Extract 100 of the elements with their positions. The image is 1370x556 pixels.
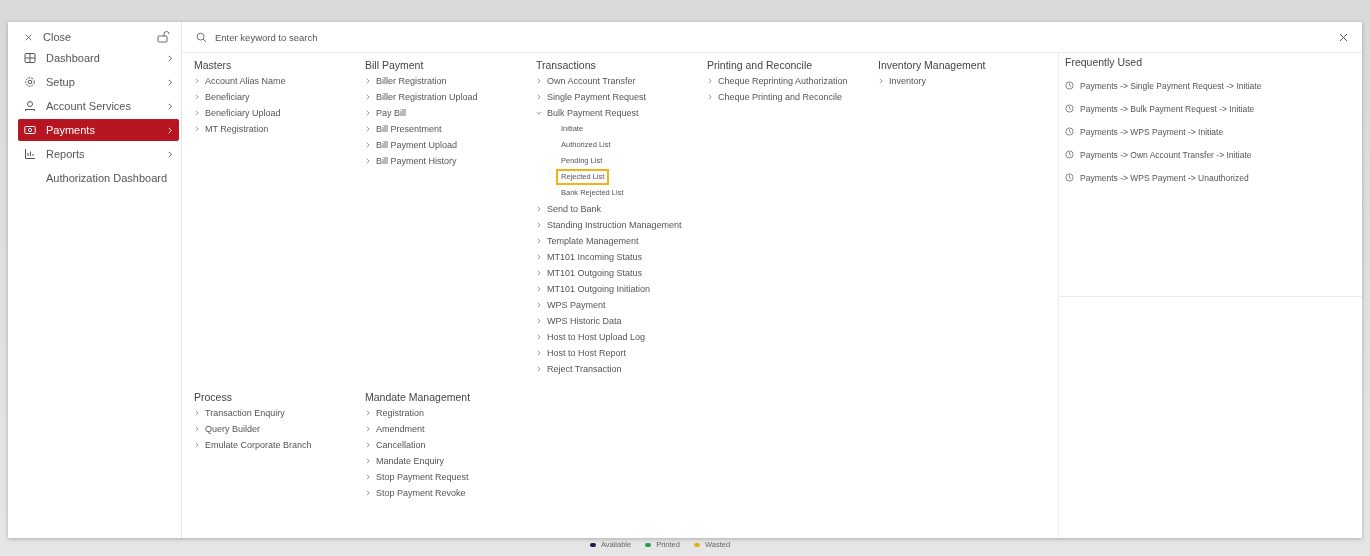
menu-link[interactable]: Stop Payment Revoke bbox=[365, 485, 536, 501]
shortcut-link[interactable]: Payments -> WPS Payment -> Initiate bbox=[1065, 120, 1362, 143]
sidebar-item[interactable]: Payments bbox=[18, 119, 179, 141]
sidebar-item[interactable]: Reports bbox=[18, 143, 179, 165]
chevron-right-icon bbox=[365, 126, 371, 132]
chevron-right-icon bbox=[365, 458, 371, 464]
menu-link[interactable]: Registration bbox=[365, 405, 536, 421]
chevron-right-icon bbox=[536, 366, 542, 372]
chevron-right-icon bbox=[536, 238, 542, 244]
menu-link[interactable]: MT101 Outgoing Status bbox=[536, 265, 707, 281]
chevron-right-icon bbox=[536, 222, 542, 228]
sidebar-item[interactable]: Authorization Dashboard bbox=[18, 167, 179, 189]
chevron-right-icon bbox=[536, 270, 542, 276]
menu-link[interactable]: Mandate Enquiry bbox=[365, 453, 536, 469]
chevron-right-icon bbox=[536, 206, 542, 212]
menu-link[interactable]: Inventory bbox=[878, 73, 1049, 89]
section-heading: Process bbox=[194, 391, 233, 403]
menu-link[interactable]: Cancellation bbox=[365, 437, 536, 453]
menu-link[interactable]: Emulate Corporate Branch bbox=[194, 437, 365, 453]
chevron-right-icon bbox=[194, 426, 200, 432]
chevron-right-icon bbox=[365, 474, 371, 480]
menu-link[interactable]: Host to Host Report bbox=[536, 345, 707, 361]
menu-link[interactable]: WPS Historic Data bbox=[536, 313, 707, 329]
menu-link[interactable]: Beneficiary bbox=[194, 89, 365, 105]
section-heading: Inventory Management bbox=[878, 59, 987, 71]
chevron-right-icon bbox=[536, 94, 542, 100]
search-icon bbox=[196, 31, 207, 43]
shortcut-link[interactable]: Payments -> Single Payment Request -> Initiate bbox=[1065, 74, 1362, 97]
chevron-right-icon bbox=[707, 94, 713, 100]
menu-link[interactable]: Biller Registration Upload bbox=[365, 89, 536, 105]
menu-link[interactable]: MT101 Incoming Status bbox=[536, 249, 707, 265]
menu-link[interactable]: Biller Registration bbox=[365, 73, 536, 89]
section-heading: Mandate Management bbox=[365, 391, 472, 403]
chevron-right-icon bbox=[536, 254, 542, 260]
grid-icon bbox=[24, 52, 36, 64]
chevron-right-icon bbox=[194, 410, 200, 416]
clock-icon bbox=[1065, 104, 1074, 113]
menu-link[interactable]: Own Account Transfer bbox=[536, 73, 707, 89]
chevron-right-icon bbox=[167, 125, 173, 135]
menu-link[interactable]: Bulk Payment Request bbox=[536, 105, 707, 121]
section-heading: Frequently Used bbox=[1065, 56, 1144, 68]
sidebar-item[interactable]: Account Services bbox=[18, 95, 179, 117]
menu-link[interactable]: Template Management bbox=[536, 233, 707, 249]
person-icon bbox=[24, 100, 36, 112]
menu-link[interactable]: Pay Bill bbox=[365, 105, 536, 121]
section-heading: Transactions bbox=[536, 59, 597, 71]
chevron-right-icon bbox=[536, 318, 542, 324]
section-heading: Masters bbox=[194, 59, 233, 71]
menu-link[interactable]: Query Builder bbox=[194, 421, 365, 437]
section-heading: Printing and Reconcile bbox=[707, 59, 814, 71]
chevron-right-icon bbox=[878, 78, 884, 84]
menu-link[interactable]: MT Registration bbox=[194, 121, 365, 137]
chevron-right-icon bbox=[536, 78, 542, 84]
shortcut-link[interactable]: Payments -> WPS Payment -> Unauthorized bbox=[1065, 166, 1362, 189]
menu-link[interactable]: Single Payment Request bbox=[536, 89, 707, 105]
chevron-right-icon bbox=[194, 110, 200, 116]
chevron-right-icon bbox=[365, 142, 371, 148]
chevron-right-icon bbox=[167, 101, 173, 111]
chevron-right-icon bbox=[167, 53, 173, 63]
chevron-right-icon bbox=[194, 78, 200, 84]
menu-link[interactable]: Standing Instruction Management bbox=[536, 217, 707, 233]
chevron-right-icon bbox=[365, 94, 371, 100]
chevron-right-icon bbox=[365, 410, 371, 416]
menu-link[interactable]: Transaction Enquiry bbox=[194, 405, 365, 421]
chart-icon bbox=[24, 148, 36, 160]
menu-link[interactable]: WPS Payment bbox=[536, 297, 707, 313]
sidebar-item[interactable]: Setup bbox=[18, 71, 179, 93]
chevron-right-icon bbox=[167, 149, 173, 159]
clock-icon bbox=[1065, 81, 1074, 90]
close-button[interactable]: Close bbox=[24, 31, 72, 43]
chevron-right-icon bbox=[194, 126, 200, 132]
menu-link[interactable]: Reject Transaction bbox=[536, 361, 707, 377]
chevron-right-icon bbox=[365, 78, 371, 84]
banknote-icon bbox=[24, 124, 36, 136]
chevron-right-icon bbox=[365, 442, 371, 448]
menu-link[interactable]: Bill Presentment bbox=[365, 121, 536, 137]
sidebar-item[interactable]: Dashboard bbox=[18, 47, 179, 69]
menu-link[interactable]: Host to Host Upload Log bbox=[536, 329, 707, 345]
menu-link[interactable]: Beneficiary Upload bbox=[194, 105, 365, 121]
padlock-icon[interactable] bbox=[157, 31, 171, 43]
shortcut-link[interactable]: Payments -> Bulk Payment Request -> Initiate bbox=[1065, 97, 1362, 120]
chevron-right-icon bbox=[167, 77, 173, 87]
menu-link[interactable]: Stop Payment Request bbox=[365, 469, 536, 485]
chevron-down-icon bbox=[536, 110, 542, 116]
chevron-right-icon bbox=[365, 426, 371, 432]
menu-link[interactable]: Bill Payment Upload bbox=[365, 137, 536, 153]
chevron-right-icon bbox=[194, 94, 200, 100]
chevron-right-icon bbox=[536, 350, 542, 356]
chevron-right-icon bbox=[536, 286, 542, 292]
menu-link[interactable]: Cheque Printing and Reconcile bbox=[707, 89, 878, 105]
section-heading: Bill Payment bbox=[365, 59, 425, 71]
menu-link[interactable]: MT101 Outgoing Initiation bbox=[536, 281, 707, 297]
menu-link[interactable]: Cheque Reprinting Authorization bbox=[707, 73, 878, 89]
menu-link[interactable]: Bill Payment History bbox=[365, 153, 536, 169]
menu-link[interactable]: Send to Bank bbox=[536, 201, 707, 217]
close-icon[interactable] bbox=[1339, 32, 1348, 42]
menu-link[interactable]: Account Alias Name bbox=[194, 73, 365, 89]
clock-icon bbox=[1065, 150, 1074, 159]
menu-link[interactable]: Amendment bbox=[365, 421, 536, 437]
shortcut-link[interactable]: Payments -> Own Account Transfer -> Initiate bbox=[1065, 143, 1362, 166]
